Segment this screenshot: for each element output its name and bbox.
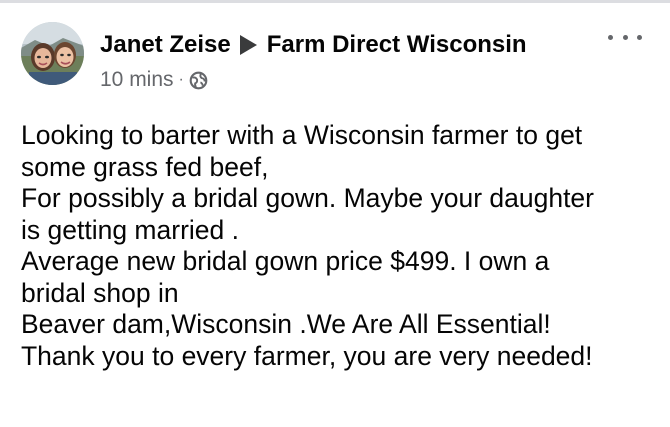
more-options-icon	[608, 34, 613, 40]
post-text-line: is getting married .	[21, 214, 239, 245]
arrow-right-icon	[239, 35, 257, 55]
top-divider	[0, 0, 670, 3]
more-options-button[interactable]	[608, 28, 642, 46]
post-text-line: some grass fed beef,	[21, 151, 269, 182]
post-meta: 10 mins ·	[100, 66, 208, 94]
more-options-icon	[637, 34, 642, 40]
more-options-icon	[622, 34, 628, 40]
post-text-line: Average new bridal gown price $499. I ow…	[21, 246, 550, 276]
author-name[interactable]: Janet Zeise	[100, 31, 231, 59]
post-text-line: Beaver dam,Wisconsin .We Are All Essenti…	[21, 309, 551, 339]
post-text-line: For possibly a bridal gown. Maybe your d…	[21, 183, 594, 213]
post-text: Looking to barter with a Wisconsin farme…	[21, 120, 661, 372]
meta-separator: ·	[178, 71, 184, 88]
group-name[interactable]: Farm Direct Wisconsin	[267, 31, 527, 59]
avatar[interactable]	[21, 22, 84, 85]
post-text-line: Looking to barter with a Wisconsin farme…	[21, 120, 583, 150]
post-text-line: bridal shop in	[21, 277, 179, 308]
avatar-image	[21, 22, 84, 85]
timestamp[interactable]: 10 mins	[100, 68, 174, 92]
post-text-line: Thank you to every farmer, you are very …	[21, 340, 593, 371]
globe-icon[interactable]	[189, 71, 208, 90]
post-header: Janet Zeise Farm Direct Wisconsin	[100, 28, 527, 62]
